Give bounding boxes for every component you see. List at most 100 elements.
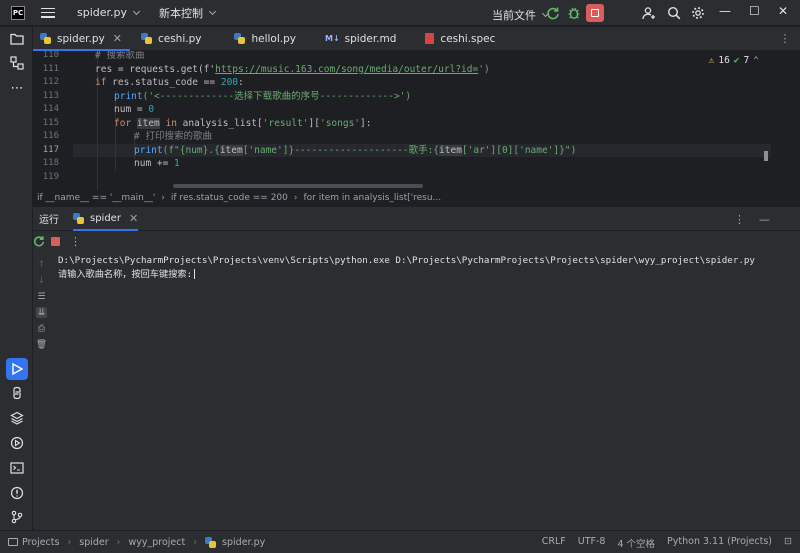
status-path-item[interactable]: spider	[79, 537, 108, 548]
tab-label: spider.py	[57, 32, 105, 45]
code-line-113: print('<-------------选择下载歌曲的序号----------…	[114, 90, 412, 102]
maximize-button[interactable]: ☐	[749, 4, 760, 18]
trash-icon[interactable]: 🗑	[36, 339, 47, 350]
problems-icon[interactable]	[9, 485, 25, 501]
vcs-label: 新本控制	[159, 6, 204, 20]
line-number: 116	[42, 131, 59, 141]
console-line: D:\Projects\PycharmProjects\Projects\ven…	[58, 255, 755, 266]
line-separator[interactable]: CRLF	[542, 536, 566, 550]
breadcrumb-item[interactable]: if __name__ == '__main__'	[37, 193, 155, 203]
code-line-116: # 打印搜索的歌曲	[134, 131, 212, 142]
minimize-button[interactable]: —	[719, 4, 731, 18]
print-icon[interactable]: ⎙	[36, 323, 47, 334]
left-tool-strip: ⋯	[0, 27, 33, 530]
git-icon[interactable]	[9, 509, 25, 525]
vcs-selector[interactable]: 新本控制	[159, 5, 217, 21]
python-file-icon	[40, 33, 51, 44]
python-file-icon	[234, 33, 246, 44]
tab-spider-py[interactable]: spider.py ✕	[33, 27, 130, 51]
breadcrumb: if __name__ == '__main__' › if res.status…	[33, 190, 800, 205]
add-user-icon[interactable]	[641, 5, 657, 21]
status-path-item[interactable]: wyy_project	[128, 537, 185, 548]
arrow-down-icon[interactable]: ↓	[36, 275, 47, 286]
terminal-icon[interactable]	[9, 460, 25, 476]
tab-label: ceshi.spec	[440, 32, 496, 45]
status-path-item[interactable]: Projects	[22, 537, 59, 548]
python-file-icon	[140, 33, 152, 44]
tab-ceshi-spec[interactable]: ceshi.spec	[418, 27, 503, 50]
code-editor[interactable]: 110 111 112 113 114 115 116 117 118 119 …	[33, 51, 771, 190]
run-tool-window-header: 运行 spider ✕ ⋮ —	[33, 206, 800, 231]
python-file-icon	[73, 213, 84, 224]
hide-panel-icon[interactable]: —	[759, 213, 770, 226]
stop-button[interactable]	[586, 4, 604, 22]
rerun-icon[interactable]	[545, 5, 561, 21]
services-icon[interactable]	[9, 435, 25, 451]
warning-icon: ⚠	[708, 55, 715, 66]
project-selector[interactable]: spider.py	[77, 6, 141, 19]
status-path-item[interactable]: spider.py	[222, 537, 265, 548]
horizontal-scrollbar[interactable]	[173, 184, 423, 188]
breadcrumb-item[interactable]: if res.status_code == 200	[171, 193, 288, 203]
layers-icon[interactable]	[9, 410, 25, 426]
run-toolbar: ⋮	[33, 231, 800, 251]
editor-tabs: spider.py ✕ ceshi.py hellol.py M↓ spider…	[33, 27, 800, 51]
tab-spider-md[interactable]: M↓ spider.md	[318, 27, 404, 50]
close-window-button[interactable]: ✕	[778, 4, 788, 18]
arrow-up-icon[interactable]: ↑	[36, 259, 47, 270]
main-menu-icon[interactable]	[41, 7, 55, 18]
scrollbar-marker[interactable]	[764, 151, 768, 161]
gear-icon[interactable]	[690, 5, 706, 21]
tab-ceshi-py[interactable]: ceshi.py	[134, 27, 210, 50]
search-icon[interactable]	[666, 5, 682, 21]
stop-icon[interactable]	[51, 236, 60, 246]
python-file-icon	[205, 536, 217, 548]
inspection-widget[interactable]: ⚠ 16 ✔ 7 ⌃	[709, 55, 759, 66]
check-icon: ✔	[733, 55, 740, 66]
warning-count: 16	[718, 55, 730, 66]
file-encoding[interactable]: UTF-8	[578, 536, 606, 550]
title-bar: PC spider.py 新本控制 当前文件 — ☐ ✕	[0, 0, 800, 26]
console-output[interactable]: D:\Projects\PycharmProjects\Projects\ven…	[49, 251, 800, 530]
chevron-down-icon	[208, 7, 217, 15]
markdown-file-icon: M↓	[324, 34, 340, 43]
debug-icon[interactable]	[566, 5, 582, 21]
line-number: 117	[42, 144, 59, 155]
run-tab-label: spider	[90, 213, 121, 224]
chevron-up-icon[interactable]: ⌃	[753, 55, 759, 66]
line-number: 119	[42, 171, 59, 182]
run-window-title: 运行	[39, 215, 59, 226]
scroll-to-end-icon[interactable]: ⇊	[36, 307, 47, 318]
breadcrumb-item[interactable]: for item in analysis_list['resu...	[303, 193, 441, 203]
run-config-selector[interactable]: 当前文件	[492, 7, 550, 23]
project-folder-icon[interactable]	[9, 31, 25, 47]
line-number-gutter: 110 111 112 113 114 115 116 117 118 119	[33, 51, 73, 190]
code-line-112: if res.status_code == 200:	[95, 77, 244, 88]
more-tools-icon[interactable]: ⋯	[9, 80, 25, 96]
lock-icon[interactable]: ⊡	[784, 536, 792, 550]
more-options-icon[interactable]: ⋮	[734, 213, 745, 226]
more-options-icon[interactable]: ⋮	[70, 235, 81, 248]
run-tool-icon[interactable]	[6, 358, 28, 380]
close-icon[interactable]: ✕	[113, 32, 122, 45]
rerun-icon[interactable]	[33, 235, 45, 247]
line-number: 115	[42, 117, 59, 128]
soft-wrap-icon[interactable]: ☰	[36, 291, 47, 302]
python-interpreter[interactable]: Python 3.11 (Projects)	[667, 536, 772, 550]
tab-label: hellol.py	[251, 32, 296, 45]
structure-icon[interactable]	[9, 55, 25, 71]
status-bar: Projects › spider › wyy_project › spider.py…	[0, 530, 800, 553]
line-number: 114	[42, 104, 59, 114]
pycharm-logo-icon: PC	[11, 5, 25, 20]
run-tab-spider[interactable]: spider ✕	[73, 207, 139, 231]
console-input-line[interactable]: 请输入歌曲名称，按回车键搜索:	[58, 268, 791, 282]
python-packages-icon[interactable]	[9, 385, 25, 401]
code-line-111: res = requests.get(f'https://music.163.c…	[95, 63, 490, 75]
code-line-110: # 搜索歌曲	[95, 51, 145, 61]
chevron-down-icon	[132, 7, 141, 15]
indent-setting[interactable]: 4 个空格	[617, 536, 655, 550]
more-tabs-icon[interactable]: ⋮	[780, 32, 791, 45]
close-icon[interactable]: ✕	[129, 212, 138, 225]
code-line-118: num += 1	[134, 158, 180, 169]
tab-hellol-py[interactable]: hellol.py	[227, 27, 304, 50]
